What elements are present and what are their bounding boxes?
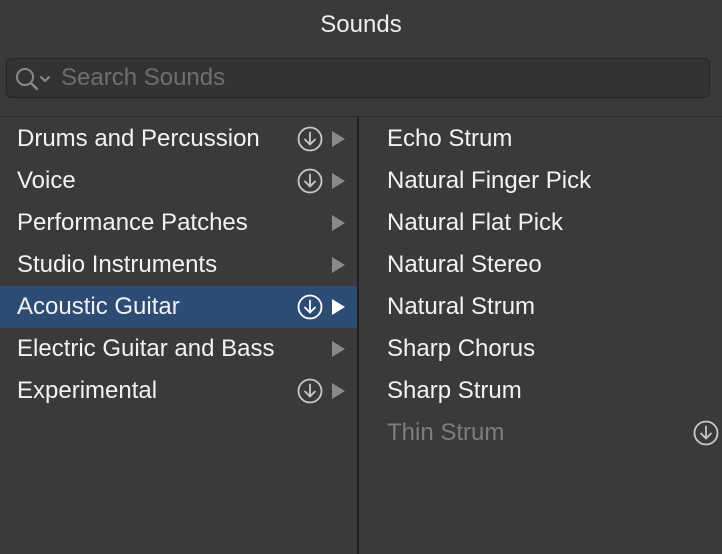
- download-icon[interactable]: [297, 294, 323, 320]
- category-item[interactable]: Studio Instruments: [0, 244, 357, 286]
- disclosure-triangle-icon: [331, 298, 347, 316]
- sound-item[interactable]: Sharp Chorus: [359, 328, 722, 370]
- category-label: Voice: [17, 167, 76, 194]
- sound-item[interactable]: Natural Flat Pick: [359, 202, 722, 244]
- category-label: Performance Patches: [17, 209, 248, 236]
- search-field[interactable]: [6, 58, 710, 98]
- sound-list: Echo Strum Natural Finger Pick Natural Fla…: [359, 117, 722, 554]
- download-icon[interactable]: [297, 168, 323, 194]
- disclosure-triangle-icon: [331, 382, 347, 400]
- category-item[interactable]: Voice: [0, 160, 357, 202]
- disclosure-triangle-icon: [331, 130, 347, 148]
- disclosure-triangle-icon: [331, 340, 347, 358]
- sound-label: Natural Strum: [387, 293, 536, 320]
- category-item[interactable]: Electric Guitar and Bass: [0, 328, 357, 370]
- download-icon[interactable]: [297, 378, 323, 404]
- download-icon[interactable]: [297, 126, 323, 152]
- sound-label: Sharp Strum: [387, 377, 522, 404]
- category-item[interactable]: Performance Patches: [0, 202, 357, 244]
- category-item[interactable]: Drums and Percussion: [0, 118, 357, 160]
- sound-item[interactable]: Natural Strum: [359, 286, 722, 328]
- sound-label: Sharp Chorus: [387, 335, 536, 362]
- category-item[interactable]: Experimental: [0, 370, 357, 412]
- category-item[interactable]: Acoustic Guitar: [0, 286, 357, 328]
- sound-label: Echo Strum: [387, 125, 513, 152]
- category-label: Drums and Percussion: [17, 125, 260, 152]
- disclosure-triangle-icon: [331, 214, 347, 232]
- sound-item[interactable]: Natural Finger Pick: [359, 160, 722, 202]
- window-title: Sounds: [320, 11, 402, 38]
- disclosure-triangle-icon: [331, 172, 347, 190]
- category-label: Experimental: [17, 377, 158, 404]
- search-icon[interactable]: [7, 59, 51, 97]
- sounds-window: Sounds Drums and Percussion Voice Performa…: [0, 0, 722, 554]
- sound-item[interactable]: Echo Strum: [359, 118, 722, 160]
- category-list: Drums and Percussion Voice Performance Pat…: [0, 117, 357, 554]
- sound-label: Natural Flat Pick: [387, 209, 564, 236]
- search-input[interactable]: [51, 60, 709, 96]
- sound-item[interactable]: Sharp Strum: [359, 370, 722, 412]
- category-label: Electric Guitar and Bass: [17, 335, 275, 362]
- disclosure-triangle-icon: [331, 256, 347, 274]
- sound-label: Thin Strum: [387, 419, 505, 446]
- sound-label: Natural Finger Pick: [387, 167, 592, 194]
- category-label: Studio Instruments: [17, 251, 218, 278]
- sound-item[interactable]: Thin Strum: [359, 412, 722, 454]
- download-icon[interactable]: [693, 420, 719, 446]
- sound-label: Natural Stereo: [387, 251, 542, 278]
- sound-item[interactable]: Natural Stereo: [359, 244, 722, 286]
- category-label: Acoustic Guitar: [17, 293, 180, 320]
